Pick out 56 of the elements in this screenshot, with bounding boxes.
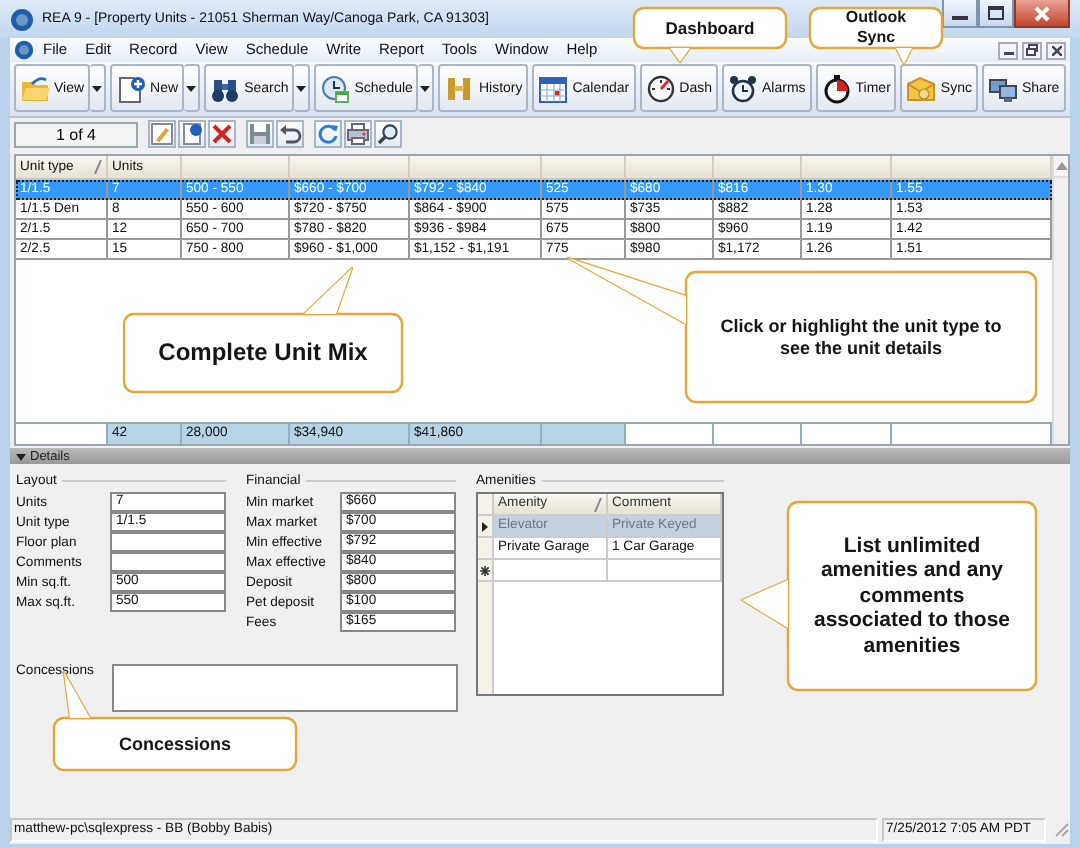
row-selector[interactable] bbox=[478, 516, 494, 537]
save-button[interactable] bbox=[246, 120, 274, 149]
caret-icon bbox=[186, 85, 197, 92]
clock-icon bbox=[320, 73, 351, 104]
envelope-icon bbox=[906, 73, 937, 104]
row-pointer-icon bbox=[482, 521, 488, 532]
folder-icon bbox=[20, 73, 50, 104]
resize-grip-icon[interactable] bbox=[1050, 818, 1070, 839]
pencil-button[interactable] bbox=[148, 120, 176, 149]
dropdown-button[interactable] bbox=[294, 64, 311, 113]
maximize-icon bbox=[988, 6, 1004, 20]
callout-text: Concessions bbox=[118, 733, 232, 755]
close-button[interactable] bbox=[1046, 41, 1066, 59]
callout-bubble bbox=[808, 6, 944, 66]
restore-button[interactable] bbox=[1022, 41, 1042, 59]
callout-text: Dashboard bbox=[665, 17, 755, 39]
dropdown-button[interactable] bbox=[418, 64, 435, 113]
alarm-clock-icon bbox=[728, 73, 758, 104]
stopwatch-icon bbox=[821, 73, 852, 104]
close-icon bbox=[1051, 45, 1061, 55]
scroll-up-button[interactable] bbox=[1054, 156, 1068, 179]
callout-text: Outlook Sync bbox=[843, 8, 909, 48]
caret-icon bbox=[92, 85, 103, 92]
callout-text: List unlimited amenities and any comments associated to those amenities bbox=[811, 533, 1013, 659]
new-row-icon bbox=[480, 565, 490, 576]
total-cell bbox=[542, 424, 626, 445]
app-icon bbox=[14, 40, 34, 60]
minimize-button[interactable] bbox=[942, 0, 978, 28]
close-button[interactable] bbox=[1014, 0, 1070, 28]
collapse-icon bbox=[16, 451, 26, 462]
minimize-button[interactable] bbox=[998, 41, 1018, 59]
monitors-icon bbox=[987, 73, 1018, 104]
printer-button[interactable] bbox=[344, 120, 372, 149]
undo-button[interactable] bbox=[276, 120, 304, 149]
input-field[interactable] bbox=[110, 552, 226, 572]
input-field[interactable] bbox=[110, 532, 226, 552]
sort-icon bbox=[94, 160, 102, 175]
search-button[interactable] bbox=[374, 120, 402, 149]
callout-text: Click or highlight the unit type to see the unit details bbox=[718, 315, 1004, 359]
caret-icon bbox=[296, 85, 307, 92]
refresh-button[interactable] bbox=[314, 120, 342, 149]
delete-button[interactable] bbox=[208, 120, 236, 149]
close-icon bbox=[1034, 5, 1050, 21]
record-position-field[interactable]: 1 of 4 bbox=[14, 121, 138, 148]
dropdown-button[interactable] bbox=[184, 64, 201, 113]
gauge-icon bbox=[645, 73, 676, 104]
input-field[interactable] bbox=[112, 664, 458, 713]
sort-icon bbox=[594, 497, 602, 512]
restore-icon bbox=[1026, 44, 1038, 56]
caret-icon bbox=[420, 85, 431, 92]
dropdown-button[interactable] bbox=[90, 64, 107, 113]
calendar-icon bbox=[538, 73, 569, 104]
maximize-button[interactable] bbox=[978, 0, 1014, 28]
app-icon bbox=[10, 7, 34, 31]
callout-text: Complete Unit Mix bbox=[158, 338, 368, 368]
page-plus-icon bbox=[116, 73, 147, 104]
